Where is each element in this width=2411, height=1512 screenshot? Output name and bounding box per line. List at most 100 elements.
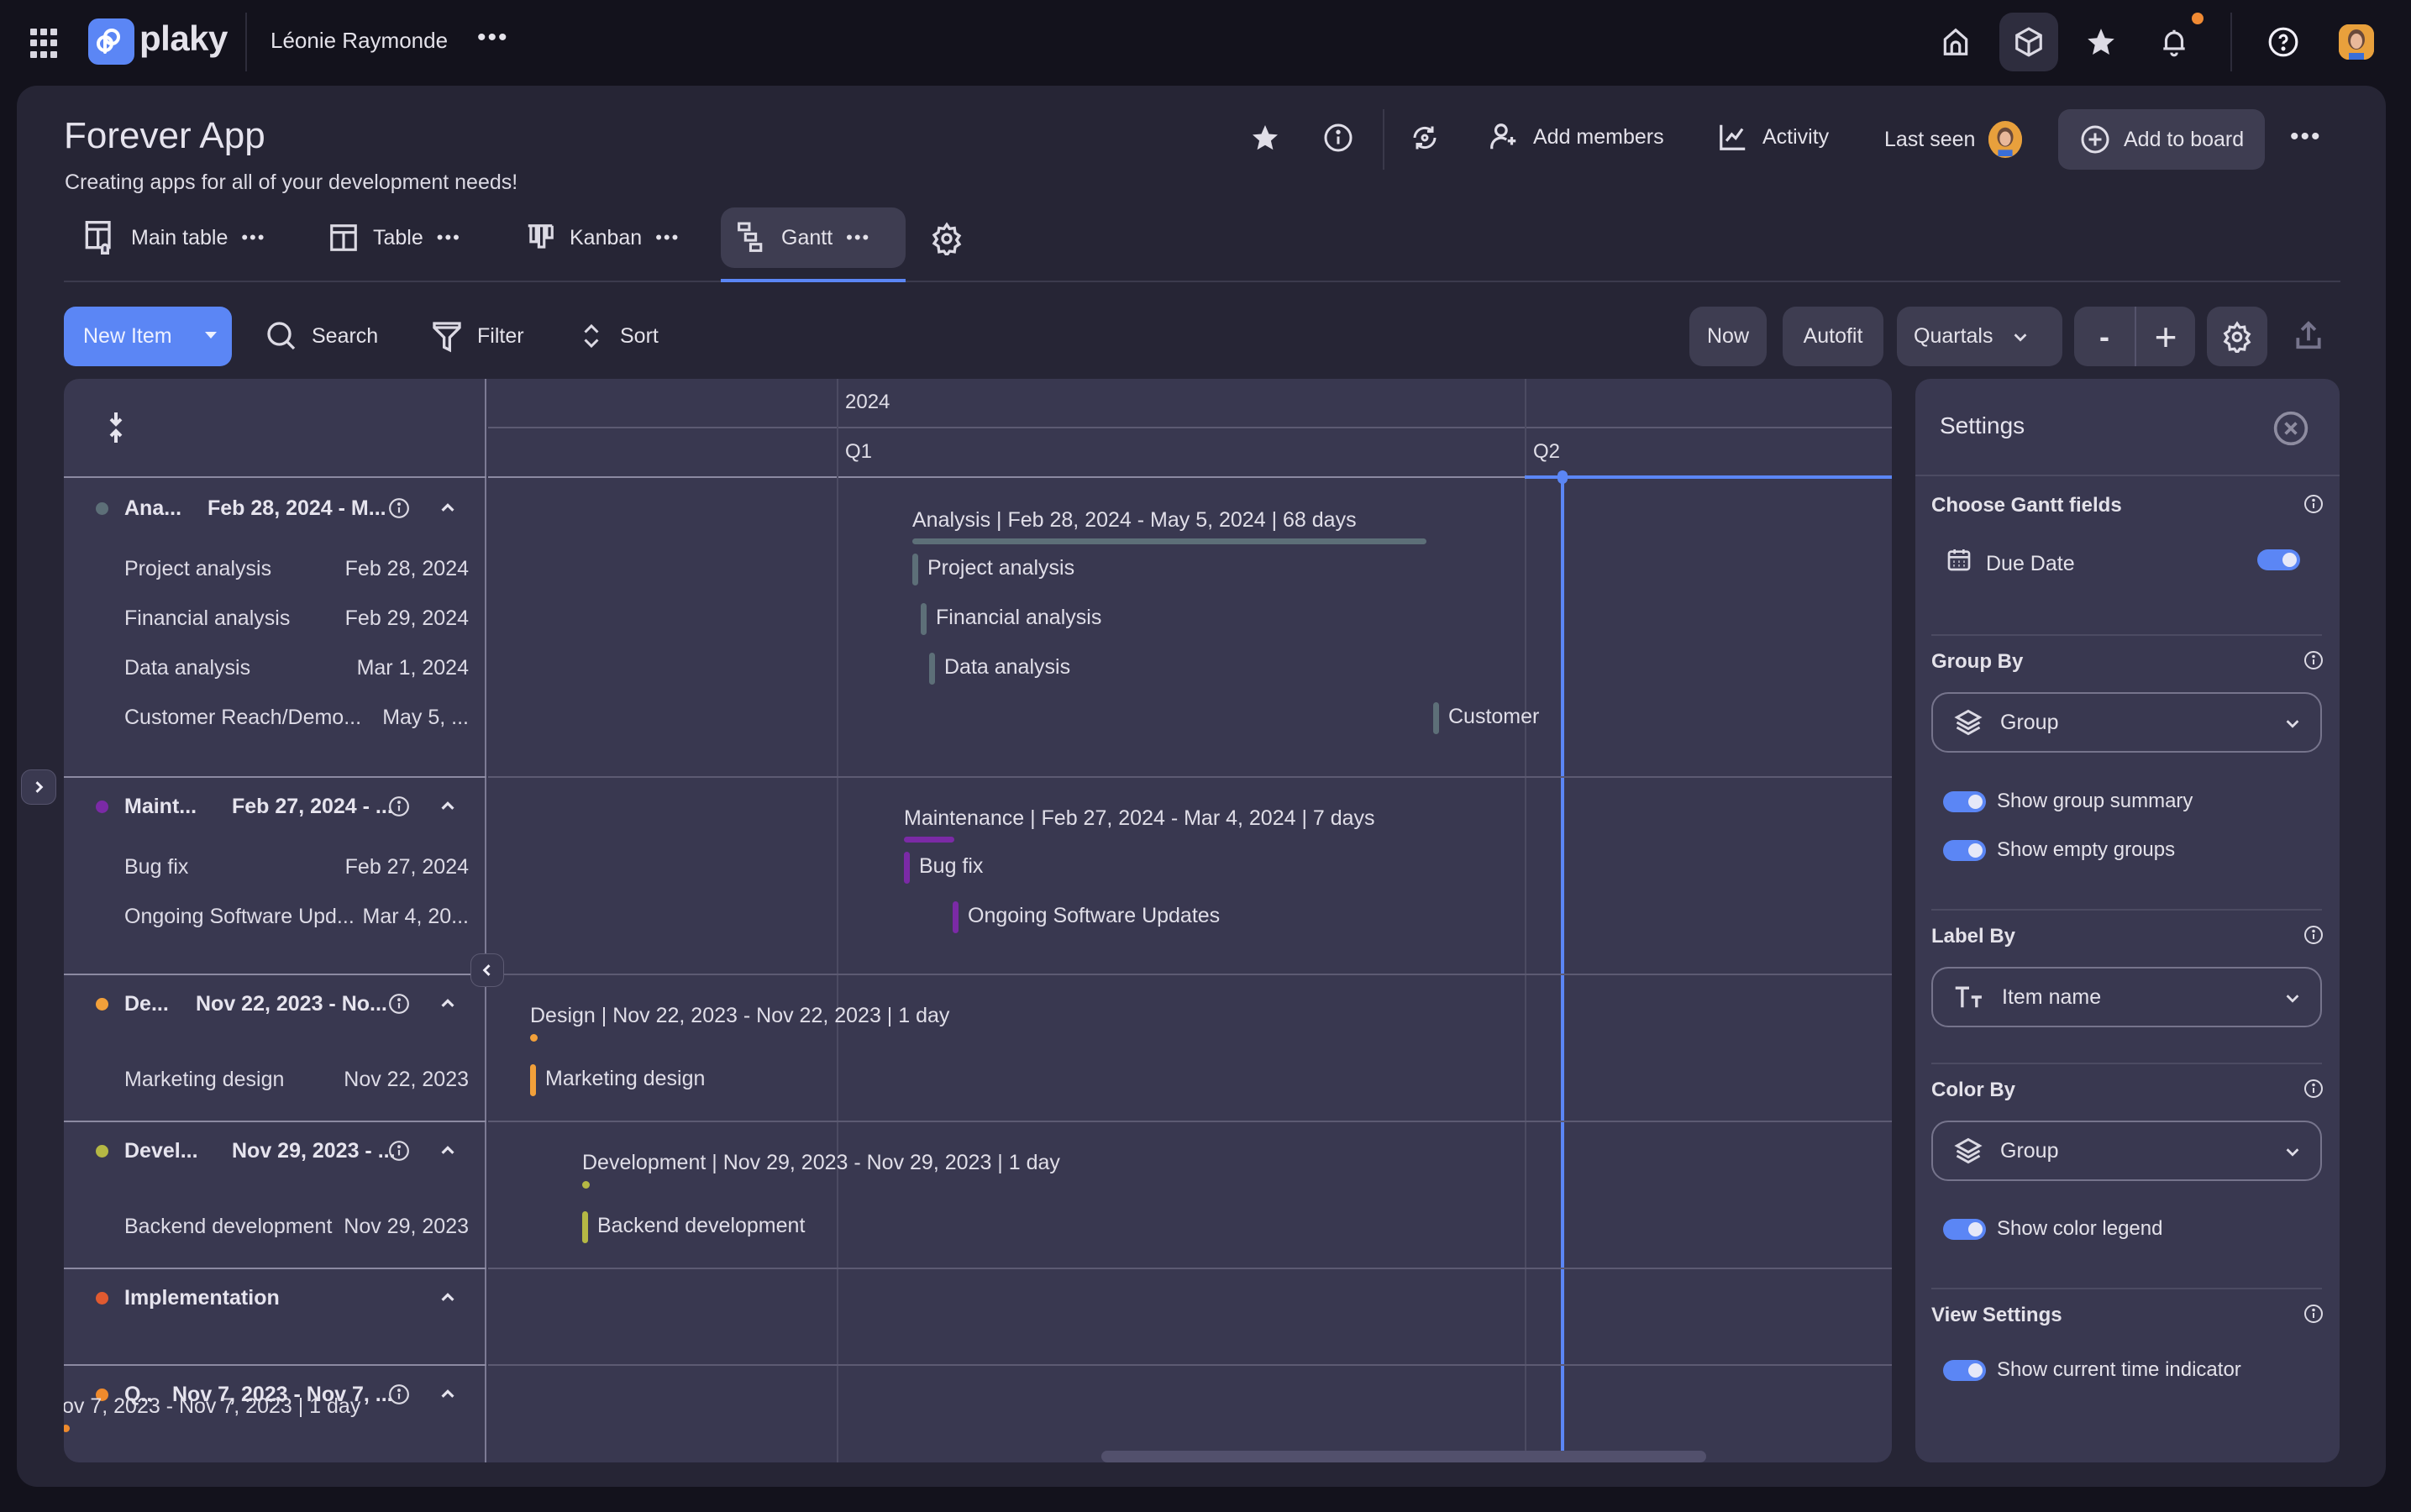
item-row[interactable]: Customer Reach/Demo... May 5, ... bbox=[124, 701, 469, 734]
favorite-star-icon[interactable] bbox=[1250, 123, 1280, 153]
zoom-out-button[interactable]: - bbox=[2074, 319, 2135, 354]
item-row[interactable]: Bug fix Feb 27, 2024 bbox=[124, 850, 469, 884]
user-avatar[interactable] bbox=[2339, 24, 2374, 60]
autofit-button[interactable]: Autofit bbox=[1783, 307, 1883, 366]
group-info-icon[interactable] bbox=[388, 795, 410, 817]
board-title[interactable]: Forever App bbox=[64, 115, 265, 157]
group-summary-bar[interactable] bbox=[582, 1181, 590, 1189]
now-button[interactable]: Now bbox=[1689, 307, 1767, 366]
info-icon[interactable] bbox=[2303, 1079, 2324, 1099]
close-settings-icon[interactable] bbox=[2272, 410, 2309, 447]
collapse-group-chevron-up-icon[interactable] bbox=[439, 1289, 457, 1307]
export-icon[interactable] bbox=[2293, 319, 2324, 351]
group-info-icon[interactable] bbox=[388, 1140, 410, 1162]
info-icon[interactable] bbox=[2303, 494, 2324, 514]
show-group-summary-toggle[interactable] bbox=[1943, 790, 1986, 812]
collapse-all-icon[interactable] bbox=[106, 411, 126, 444]
group-header[interactable]: Implementation bbox=[64, 1277, 486, 1319]
item-bar[interactable] bbox=[929, 653, 935, 685]
group-summary-bar[interactable] bbox=[912, 538, 1426, 544]
tab-more-button[interactable]: ••• bbox=[437, 228, 461, 247]
expand-sidebar-button[interactable] bbox=[21, 769, 56, 805]
new-item-button[interactable]: New Item bbox=[64, 307, 232, 366]
tab-more-button[interactable]: ••• bbox=[241, 228, 265, 247]
tab-main-table[interactable]: Main table ••• bbox=[69, 207, 281, 268]
filter-button[interactable]: Filter bbox=[430, 319, 524, 353]
collapse-group-chevron-up-icon[interactable] bbox=[439, 1385, 457, 1404]
show-empty-groups-toggle[interactable] bbox=[1943, 839, 1986, 861]
group-info-icon[interactable] bbox=[388, 1383, 410, 1405]
show-current-time-row[interactable]: Show current time indicator bbox=[1943, 1358, 2241, 1382]
zoom-in-button[interactable]: + bbox=[2136, 314, 2195, 360]
add-to-board-button[interactable]: Add to board bbox=[2058, 109, 2265, 170]
collapse-group-chevron-up-icon[interactable] bbox=[439, 797, 457, 816]
item-row[interactable]: Ongoing Software Upd... Mar 4, 20... bbox=[124, 900, 469, 933]
workspace-more-button[interactable]: ••• bbox=[477, 25, 509, 50]
group-header[interactable]: Ana... Feb 28, 2024 - M... bbox=[64, 487, 486, 529]
view-settings-gear-icon[interactable] bbox=[930, 222, 964, 255]
show-current-time-toggle[interactable] bbox=[1943, 1359, 1986, 1381]
due-date-toggle[interactable] bbox=[2257, 549, 2300, 570]
info-icon[interactable] bbox=[2303, 650, 2324, 670]
board-more-button[interactable]: ••• bbox=[2290, 124, 2322, 150]
collapse-list-button[interactable] bbox=[470, 953, 504, 987]
item-bar[interactable] bbox=[912, 554, 918, 585]
chevron-down-icon bbox=[2014, 333, 2027, 342]
horizontal-scrollbar[interactable] bbox=[1101, 1451, 1706, 1462]
last-seen-button[interactable]: Last seen bbox=[1884, 121, 2023, 158]
show-group-summary-row[interactable]: Show group summary bbox=[1943, 790, 2193, 813]
group-summary-bar[interactable] bbox=[904, 837, 954, 843]
sort-button[interactable]: Sort bbox=[576, 319, 659, 353]
board-description[interactable]: Creating apps for all of your developmen… bbox=[65, 171, 517, 195]
group-header[interactable]: De... Nov 22, 2023 - No... bbox=[64, 983, 486, 1025]
show-color-legend-row[interactable]: Show color legend bbox=[1943, 1217, 2162, 1241]
item-bar[interactable] bbox=[921, 603, 927, 635]
tab-gantt[interactable]: Gantt ••• bbox=[721, 207, 906, 268]
group-header[interactable]: Devel... Nov 29, 2023 - ... bbox=[64, 1130, 486, 1172]
item-row[interactable]: Financial analysis Feb 29, 2024 bbox=[124, 601, 469, 635]
group-info-icon[interactable] bbox=[388, 497, 410, 519]
home-icon[interactable] bbox=[1926, 13, 1985, 71]
group-by-select[interactable]: Group bbox=[1931, 692, 2322, 753]
item-bar[interactable] bbox=[582, 1211, 588, 1243]
group-summary-bar[interactable] bbox=[530, 1034, 538, 1042]
activity-button[interactable]: Activity bbox=[1717, 121, 1829, 153]
add-members-button[interactable]: Add members bbox=[1488, 121, 1664, 153]
help-icon[interactable] bbox=[2254, 13, 2313, 71]
info-icon[interactable] bbox=[2303, 925, 2324, 945]
item-bar[interactable] bbox=[904, 852, 910, 884]
color-by-select[interactable]: Group bbox=[1931, 1121, 2322, 1181]
show-color-legend-toggle[interactable] bbox=[1943, 1218, 1986, 1240]
item-bar[interactable] bbox=[953, 901, 959, 933]
plaky-logo-icon[interactable] bbox=[88, 18, 134, 65]
collapse-group-chevron-up-icon[interactable] bbox=[439, 1142, 457, 1160]
tab-more-button[interactable]: ••• bbox=[846, 228, 870, 247]
info-icon[interactable] bbox=[2303, 1304, 2324, 1324]
color-by-heading: Color By bbox=[1931, 1079, 2016, 1101]
board-info-icon[interactable] bbox=[1323, 123, 1353, 153]
group-info-icon[interactable] bbox=[388, 993, 410, 1015]
sync-icon[interactable] bbox=[1410, 123, 1440, 153]
new-item-dropdown-caret-icon[interactable] bbox=[205, 332, 217, 339]
show-empty-groups-row[interactable]: Show empty groups bbox=[1943, 838, 2175, 862]
gantt-settings-button[interactable] bbox=[2207, 307, 2267, 366]
label-by-select[interactable]: Item name bbox=[1931, 967, 2322, 1027]
item-bar[interactable] bbox=[1433, 702, 1439, 734]
item-row[interactable]: Marketing design Nov 22, 2023 bbox=[124, 1063, 469, 1096]
item-row[interactable]: Backend development Nov 29, 2023 bbox=[124, 1210, 469, 1243]
favorites-star-icon[interactable] bbox=[2072, 13, 2130, 71]
boards-cube-icon[interactable] bbox=[1999, 13, 2058, 71]
tab-kanban[interactable]: Kanban ••• bbox=[509, 207, 695, 268]
group-header[interactable]: Maint... Feb 27, 2024 - ... bbox=[64, 785, 486, 827]
tab-more-button[interactable]: ••• bbox=[655, 228, 680, 247]
tab-table[interactable]: Table ••• bbox=[313, 207, 476, 268]
workspace-name[interactable]: Léonie Raymonde bbox=[271, 28, 448, 54]
apps-grid-icon[interactable] bbox=[30, 29, 60, 59]
item-bar[interactable] bbox=[530, 1064, 536, 1096]
search-button[interactable]: Search bbox=[265, 319, 378, 353]
item-row[interactable]: Data analysis Mar 1, 2024 bbox=[124, 651, 469, 685]
item-row[interactable]: Project analysis Feb 28, 2024 bbox=[124, 552, 469, 585]
collapse-group-chevron-up-icon[interactable] bbox=[439, 499, 457, 517]
collapse-group-chevron-up-icon[interactable] bbox=[439, 995, 457, 1013]
time-scale-dropdown[interactable]: Quartals bbox=[1897, 307, 2062, 366]
